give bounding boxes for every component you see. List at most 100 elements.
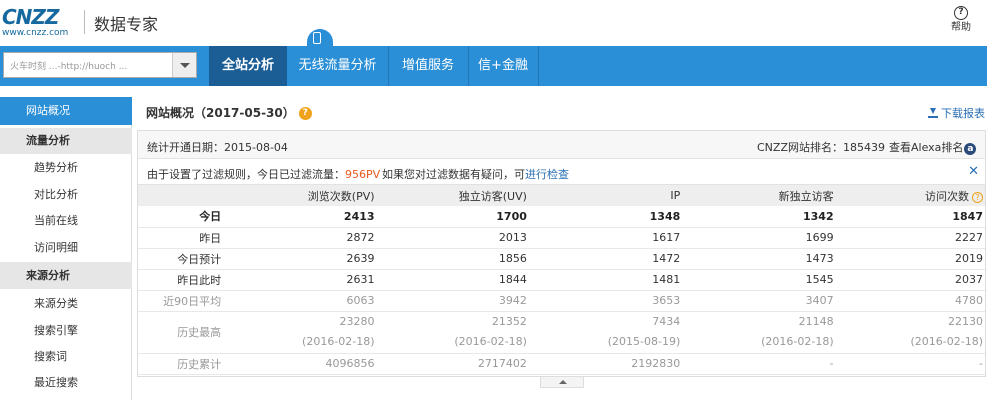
alexa-icon: a: [964, 143, 977, 155]
table-cell: 1545: [805, 273, 834, 286]
overview-panel: 统计开通日期：2015-08-04 CNZZ网站排名：185439 查看Alex…: [137, 130, 986, 377]
alexa-label: 查看Alexa排名: [889, 141, 964, 154]
table-cell: 2872: [346, 231, 375, 244]
table-cell: 4780: [955, 294, 983, 307]
open-date: 统计开通日期：2015-08-04: [147, 141, 288, 154]
download-report-button[interactable]: 下载报表: [928, 105, 985, 121]
table-cell: 2631: [346, 273, 375, 286]
brand-title: 数据专家: [94, 15, 159, 34]
main-content: 网站概况（2017-05-30）? 下载报表 统计开通日期：2015-08-04…: [137, 97, 987, 400]
table-row: 历史最高 23280 (2016-02-18) 21352 (2016-02-18)…: [138, 311, 985, 353]
sidebar: 网站概况 流量分析 趋势分析 对比分析 当前在线 访问明细 来源分析 来源分类 …: [0, 97, 132, 400]
table-header-visits[interactable]: 访问次数?: [834, 185, 985, 206]
table-cell: 2037: [955, 273, 983, 286]
close-icon[interactable]: ✕: [968, 164, 979, 179]
question-icon[interactable]: ?: [972, 191, 983, 203]
table-header[interactable]: 独立访客(UV): [375, 185, 527, 206]
table-header: 访问次数: [925, 189, 969, 203]
sidebar-item-trend[interactable]: 趋势分析: [0, 155, 132, 181]
table-row: 历史累计 4096856 2717402 2192830 - -: [138, 353, 985, 374]
sidebar-item-source-category[interactable]: 来源分类: [0, 291, 132, 317]
row-label: 近90日平均: [163, 294, 222, 308]
table-cell: 1856: [498, 252, 527, 265]
page-title: 网站概况（2017-05-30）: [146, 106, 295, 120]
table-cell: 2639: [346, 252, 375, 265]
check-link[interactable]: 进行检查: [525, 168, 569, 181]
collapse-toggle-button[interactable]: [540, 377, 584, 388]
table-cell: 4096856: [325, 357, 375, 370]
table-cell: -: [979, 357, 983, 370]
row-label: 昨日: [199, 231, 222, 245]
sidebar-item-compare[interactable]: 对比分析: [0, 182, 132, 208]
sidebar-item-search-engine[interactable]: 搜索引擎: [0, 318, 132, 344]
sidebar-item-search-term[interactable]: 搜索词: [0, 344, 132, 370]
tab-value-added[interactable]: 增值服务: [388, 46, 468, 86]
stats-row: 统计开通日期：2015-08-04 CNZZ网站排名：185439 查看Alex…: [138, 131, 985, 159]
table-cell: 2192830: [631, 357, 681, 370]
cell-date: (2015-08-19): [607, 335, 681, 348]
help-label: 帮助: [951, 22, 971, 33]
chevron-down-icon[interactable]: [172, 53, 196, 77]
table-cell: 21148 (2016-02-18): [680, 311, 834, 353]
help-button[interactable]: ? 帮助: [949, 6, 973, 35]
table-cell: 1844: [498, 273, 527, 286]
cell-date: (2016-02-18): [761, 335, 834, 348]
cell-date: (2016-02-18): [454, 335, 527, 348]
sidebar-item-recent-search[interactable]: 最近搜索: [0, 370, 132, 396]
row-label: 历史最高: [177, 326, 222, 339]
cell-date: (2016-02-18): [302, 335, 375, 348]
sidebar-item-overview[interactable]: 网站概况: [0, 97, 132, 125]
table-cell: 2019: [955, 252, 983, 265]
table-cell: 2413: [343, 209, 375, 223]
site-select-value: 火车时刻 ...-http://huoch ...: [10, 62, 128, 72]
table-cell: 7434 (2015-08-19): [527, 311, 681, 353]
table-header[interactable]: 浏览次数(PV): [221, 185, 375, 206]
sidebar-item-visit-detail[interactable]: 访问明细: [0, 235, 132, 261]
cnzz-rank: CNZZ网站排名：185439: [757, 141, 885, 154]
table-row: 近90日平均 6063 3942 3653 3407 4780: [138, 290, 985, 311]
table-cell: 1617: [652, 231, 681, 244]
filtered-count: 956PV: [345, 168, 381, 181]
tab-finance[interactable]: 信+金融: [468, 46, 538, 86]
table-cell: 1472: [652, 252, 681, 265]
table-header-row: 浏览次数(PV) 独立访客(UV) IP 新独立访客 访问次数?: [138, 185, 985, 206]
filter-notice-text: 由于设置了过滤规则，今日已过滤流量：956PV: [147, 166, 380, 182]
row-label: 今日: [199, 210, 222, 224]
alexa-rank-link[interactable]: 查看Alexa排名 a: [889, 139, 977, 155]
tab-site-analysis[interactable]: 全站分析: [209, 46, 287, 86]
site-select[interactable]: 火车时刻 ...-http://huoch ...: [3, 52, 197, 78]
table-row: 今日预计 2639 1856 1472 1473 2019: [138, 248, 985, 269]
mobile-phone-icon: [313, 32, 321, 44]
overview-table: 浏览次数(PV) 独立访客(UV) IP 新独立访客 访问次数? 今日 2413…: [138, 185, 985, 375]
sidebar-group-source[interactable]: 来源分析: [0, 262, 132, 289]
top-header: CNZZ www.cnzz.com 数据专家 ? 帮助: [0, 0, 987, 46]
sidebar-item-online[interactable]: 当前在线: [0, 208, 132, 234]
table-cell: 3407: [805, 294, 834, 307]
table-cell: 1348: [649, 209, 681, 223]
row-label: 昨日此时: [177, 273, 222, 287]
cnzz-logo[interactable]: CNZZ www.cnzz.com: [2, 6, 80, 38]
table-cell: 1847: [952, 209, 983, 223]
table-cell: 6063: [346, 294, 375, 307]
filter-question-text: 如果您对过滤数据有疑问，可: [382, 168, 525, 181]
filter-notice: 由于设置了过滤规则，今日已过滤流量：956PV 如果您对过滤数据有疑问，可进行检…: [138, 159, 985, 185]
table-cell: 2013: [498, 231, 527, 244]
table-cell: 1699: [805, 231, 834, 244]
cell-value: 7434: [652, 315, 681, 328]
table-header: [138, 185, 221, 206]
cell-value: 21148: [798, 315, 834, 328]
row-label: 历史累计: [177, 357, 222, 371]
cell-value: 23280: [339, 315, 375, 328]
table-row: 昨日此时 2631 1844 1481 1545 2037: [138, 269, 985, 290]
table-cell: -: [829, 357, 834, 370]
table-header[interactable]: IP: [527, 185, 680, 206]
table-header[interactable]: 新独立访客: [680, 185, 834, 206]
logo-url: www.cnzz.com: [2, 28, 69, 38]
table-cell: 3942: [498, 294, 527, 307]
tab-wireless-analysis[interactable]: 无线流量分析: [287, 46, 388, 86]
question-icon[interactable]: ?: [298, 107, 312, 120]
cell-value: 21352: [491, 315, 527, 328]
question-circle-icon: ?: [954, 6, 968, 20]
sidebar-group-traffic[interactable]: 流量分析: [0, 128, 132, 154]
table-cell: 1481: [652, 273, 681, 286]
